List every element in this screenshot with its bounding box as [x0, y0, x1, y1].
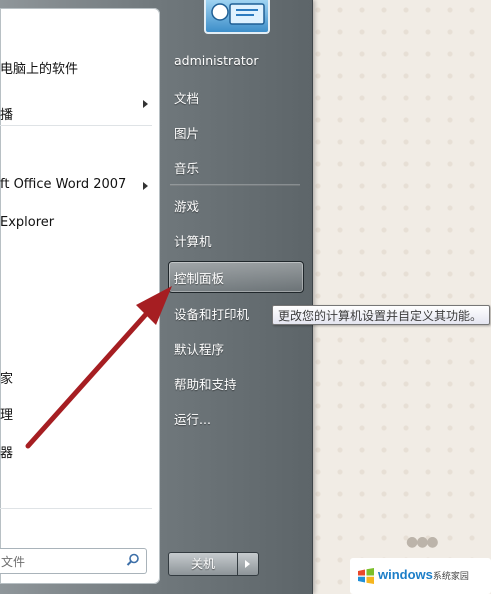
watermark-sub: 系统家园: [432, 571, 469, 581]
decorative-dots: ●●●: [406, 534, 439, 550]
watermark-brand: windows: [378, 567, 433, 582]
watermark: windows系统家园: [350, 558, 491, 594]
watermark-text: windows系统家园: [378, 567, 469, 582]
windows-logo-icon: [358, 568, 374, 584]
annotation-arrow-shaft: [25, 309, 151, 449]
annotation-arrow: [25, 286, 172, 449]
